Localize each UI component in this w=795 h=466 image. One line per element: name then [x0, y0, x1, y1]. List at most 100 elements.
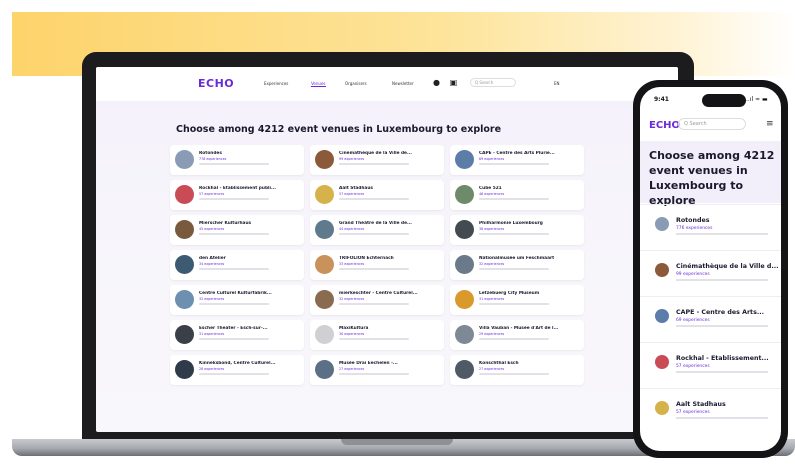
venue-name: CAPE - Centre des Arts Plurie...	[479, 151, 555, 156]
facebook-icon[interactable]: ●	[432, 78, 441, 87]
venue-address-line	[339, 338, 409, 340]
venue-experience-count: 27 experiences	[479, 367, 505, 371]
venue-address-line	[479, 198, 549, 200]
venue-address-line	[199, 373, 269, 375]
venue-address-line	[199, 338, 269, 340]
venue-address-line	[479, 268, 549, 270]
venue-name: CAPE - Centre des Arts...	[676, 309, 764, 316]
venue-thumbnail	[455, 290, 474, 309]
venue-experience-count: 32 experiences	[199, 297, 225, 301]
venue-address-line	[199, 198, 269, 200]
venue-card[interactable]: TRIFOLION Echternach 33 experiences	[310, 250, 444, 280]
venue-address-line	[339, 373, 409, 375]
venue-experience-count: 45 experiences	[199, 227, 225, 231]
venue-name: MaxiKultura	[339, 326, 369, 331]
venue-name: Cinémathèque de la Ville d...	[676, 263, 779, 270]
phone-venue-card[interactable]: Rockhal - Etablissement... 57 experiences	[640, 342, 781, 384]
venue-address-line	[479, 338, 549, 340]
venue-address-line	[199, 303, 269, 305]
venue-address-line	[339, 198, 409, 200]
venue-address-line	[479, 303, 549, 305]
venue-experience-count: 30 experiences	[339, 332, 365, 336]
venue-name: Villa Vauban - Musée d'Art de l...	[479, 326, 559, 331]
venue-address-line	[199, 268, 269, 270]
venue-card[interactable]: Mierscher Kulturhaus 45 experiences	[170, 215, 304, 245]
venue-card[interactable]: Musée Dräi Eechelen -... 27 experiences	[310, 355, 444, 385]
venue-thumbnail	[175, 325, 194, 344]
venue-card[interactable]: CAPE - Centre des Arts Plurie... 69 exper…	[450, 145, 584, 175]
venue-experience-count: 33 experiences	[339, 262, 365, 266]
venue-thumbnail	[175, 360, 194, 379]
laptop-notch	[341, 439, 453, 445]
venue-experience-count: 46 experiences	[479, 192, 505, 196]
venue-name: Nationalmusée um Fëschmaart	[479, 256, 555, 261]
echo-logo[interactable]: ECHO	[198, 77, 234, 90]
venue-name: Lëtzebuerg City Museum	[479, 291, 540, 296]
venue-name: Grand Théâtre de la Ville de...	[339, 221, 412, 226]
venue-thumbnail	[655, 401, 669, 415]
phone-search-input[interactable]: Q Search	[678, 118, 746, 130]
venue-address-line	[676, 371, 768, 373]
venue-card[interactable]: Grand Théâtre de la Ville de... 44 experi…	[310, 215, 444, 245]
venue-experience-count: 31 experiences	[479, 297, 505, 301]
venue-card[interactable]: Cube 521 46 experiences	[450, 180, 584, 210]
status-icons: ..ıl ≈ ▬	[746, 96, 768, 103]
venue-experience-count: 99 experiences	[676, 272, 710, 277]
top-navigation: ECHO Experiences Venues Organisers Newsl…	[96, 67, 678, 101]
nav-newsletter[interactable]: Newsletter	[392, 81, 414, 86]
venue-experience-count: 57 experiences	[676, 364, 710, 369]
venue-thumbnail	[655, 355, 669, 369]
venue-experience-count: 69 experiences	[676, 318, 710, 323]
nav-organisers[interactable]: Organisers	[345, 81, 367, 86]
phone-page-title: Choose among 4212 event venues in Luxemb…	[649, 149, 775, 207]
venue-card[interactable]: Aalt Stadhaus 57 experiences	[310, 180, 444, 210]
venue-thumbnail	[455, 325, 474, 344]
venue-name: Rockhal - Etablissement...	[676, 355, 769, 362]
venue-card[interactable]: Lëtzebuerg City Museum 31 experiences	[450, 285, 584, 315]
venue-name: Centre Culturel Kulturfabrik...	[199, 291, 272, 296]
venue-thumbnail	[175, 255, 194, 274]
venue-thumbnail	[315, 325, 334, 344]
phone-venue-card[interactable]: Cinémathèque de la Ville d... 99 experien…	[640, 250, 781, 292]
venue-card[interactable]: mierkeschter - Centre Culturel... 32 expe…	[310, 285, 444, 315]
venue-address-line	[479, 163, 549, 165]
venue-thumbnail	[315, 185, 334, 204]
venue-thumbnail	[175, 185, 194, 204]
phone-venue-card[interactable]: Rotondes 776 experiences	[640, 204, 781, 246]
venue-card[interactable]: Nationalmusée um Fëschmaart 32 experience…	[450, 250, 584, 280]
instagram-icon[interactable]: ▣	[449, 78, 458, 87]
venue-card[interactable]: MaxiKultura 30 experiences	[310, 320, 444, 350]
venue-name: Escher Theater - Esch-sur-...	[199, 326, 268, 331]
venue-card[interactable]: den Atelier 34 experiences	[170, 250, 304, 280]
venue-thumbnail	[315, 290, 334, 309]
venue-card[interactable]: Centre Culturel Kulturfabrik... 32 experi…	[170, 285, 304, 315]
phone-venue-card[interactable]: Aalt Stadhaus 57 experiences	[640, 388, 781, 430]
promo-stage: ECHO Experiences Venues Organisers Newsl…	[0, 0, 795, 466]
hamburger-menu-icon[interactable]: ≡	[766, 119, 774, 129]
venue-thumbnail	[655, 309, 669, 323]
venue-card[interactable]: Villa Vauban - Musée d'Art de l... 29 exp…	[450, 320, 584, 350]
venue-card[interactable]: Cinémathèque de la Ville de... 99 experie…	[310, 145, 444, 175]
venue-experience-count: 32 experiences	[339, 297, 365, 301]
venue-name: Philharmonie Luxembourg	[479, 221, 543, 226]
nav-experiences[interactable]: Experiences	[264, 81, 288, 86]
venue-card[interactable]: Rotondes 776 experiences	[170, 145, 304, 175]
nav-venues[interactable]: Venues	[311, 81, 326, 87]
phone-echo-logo[interactable]: ECHO	[649, 120, 680, 131]
venue-address-line	[479, 233, 549, 235]
venue-thumbnail	[455, 255, 474, 274]
venue-card[interactable]: Konschthal Esch 27 experiences	[450, 355, 584, 385]
venue-card[interactable]: Kinneksbond, Centre Culturel... 28 experi…	[170, 355, 304, 385]
venue-thumbnail	[175, 290, 194, 309]
venue-card[interactable]: Rockhal - Etablissement publi... 57 exper…	[170, 180, 304, 210]
venue-experience-count: 31 experiences	[199, 332, 225, 336]
venue-name: Konschthal Esch	[479, 361, 519, 366]
language-selector[interactable]: EN	[554, 81, 560, 86]
venue-thumbnail	[655, 263, 669, 277]
venue-thumbnail	[455, 185, 474, 204]
venue-card[interactable]: Philharmonie Luxembourg 38 experiences	[450, 215, 584, 245]
search-input[interactable]: Q Search	[470, 78, 516, 87]
venue-thumbnail	[315, 150, 334, 169]
phone-venue-card[interactable]: CAPE - Centre des Arts... 69 experiences	[640, 296, 781, 338]
venue-card[interactable]: Escher Theater - Esch-sur-... 31 experien…	[170, 320, 304, 350]
